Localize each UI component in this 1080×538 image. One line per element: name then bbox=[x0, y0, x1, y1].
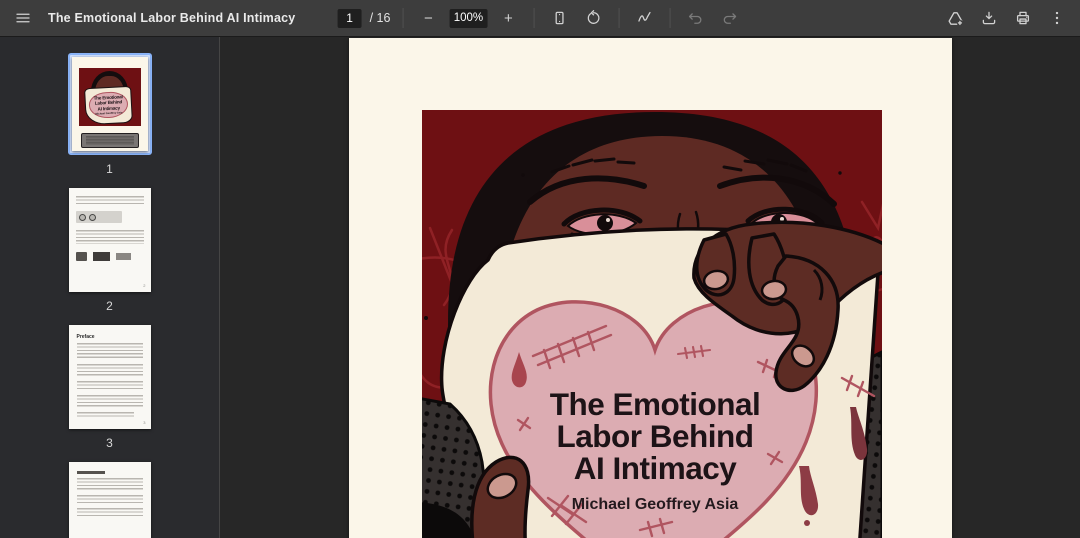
cc-icon bbox=[79, 214, 86, 221]
page-corner-number: 2 bbox=[143, 283, 145, 288]
pdf-viewer: The Emotional Labor Behind AI Intimacy /… bbox=[0, 0, 1080, 538]
divider bbox=[402, 8, 403, 28]
zoom-out-button[interactable]: − bbox=[415, 5, 441, 31]
thumbnail-sidebar: The Emotional Labor Behind AI Intimacy M… bbox=[0, 36, 220, 538]
text-lines bbox=[77, 381, 143, 391]
mini-laptop bbox=[81, 133, 139, 148]
print-button[interactable] bbox=[1010, 5, 1036, 31]
divider bbox=[533, 8, 534, 28]
text-lines bbox=[76, 230, 144, 244]
rotate-button[interactable] bbox=[580, 5, 606, 31]
cover-title-line2: Labor Behind bbox=[556, 418, 753, 454]
more-options-button[interactable] bbox=[1044, 5, 1070, 31]
toolbar-left: The Emotional Labor Behind AI Intimacy bbox=[10, 5, 295, 31]
menu-icon bbox=[14, 9, 32, 27]
thumbnail-selection-frame: The Emotional Labor Behind AI Intimacy M… bbox=[68, 53, 152, 155]
download-icon bbox=[980, 9, 998, 27]
logo bbox=[116, 253, 131, 260]
mini-heart: The Emotional Labor Behind AI Intimacy M… bbox=[88, 91, 129, 120]
thumbnail-2-preview: 2 bbox=[69, 188, 151, 292]
divider bbox=[669, 8, 670, 28]
text-lines bbox=[77, 343, 143, 360]
download-button[interactable] bbox=[976, 5, 1002, 31]
toolbar-center: / 16 − 100% + bbox=[338, 0, 743, 36]
kebab-menu-icon bbox=[1048, 9, 1066, 27]
thumbnail-page-3[interactable]: Preface 3 3 bbox=[69, 325, 151, 450]
zoom-in-button[interactable]: + bbox=[495, 5, 521, 31]
mini-keyboard bbox=[86, 136, 134, 145]
text-lines bbox=[77, 364, 143, 377]
publisher-logos bbox=[76, 252, 144, 261]
text-lines bbox=[76, 196, 144, 206]
fit-to-page-button[interactable] bbox=[546, 5, 572, 31]
text-lines bbox=[77, 495, 143, 503]
text-lines bbox=[77, 412, 134, 419]
thumbnail-4-preview bbox=[69, 462, 151, 538]
logo bbox=[76, 252, 87, 261]
thumbnail-page-2[interactable]: 2 2 bbox=[69, 188, 151, 313]
mini-paper: The Emotional Labor Behind AI Intimacy M… bbox=[84, 86, 133, 126]
cover-title-line1: The Emotional bbox=[549, 386, 760, 422]
redo-icon bbox=[720, 9, 738, 27]
toolbar-right bbox=[942, 5, 1070, 31]
zoom-level[interactable]: 100% bbox=[449, 9, 487, 28]
logo bbox=[93, 252, 110, 261]
document-title: The Emotional Labor Behind AI Intimacy bbox=[48, 11, 295, 25]
thumbnail-label: 3 bbox=[106, 436, 113, 450]
fit-to-page-icon bbox=[550, 9, 568, 27]
mini-author: Michael Geoffrey Asia bbox=[96, 111, 123, 115]
thumbnail-page-4[interactable] bbox=[69, 462, 151, 538]
thumbnail-page-1[interactable]: The Emotional Labor Behind AI Intimacy M… bbox=[68, 53, 152, 176]
mini-heading-bar bbox=[77, 471, 105, 474]
page-corner-number: 3 bbox=[143, 420, 145, 425]
preface-heading: Preface bbox=[77, 334, 143, 340]
cover-author: Michael Geoffrey Asia bbox=[571, 496, 738, 513]
cc-icon bbox=[89, 214, 96, 221]
mini-cover-illustration: The Emotional Labor Behind AI Intimacy M… bbox=[79, 68, 141, 126]
add-to-drive-button[interactable] bbox=[942, 5, 968, 31]
viewer-body: The Emotional Labor Behind AI Intimacy M… bbox=[0, 36, 1080, 538]
toolbar: The Emotional Labor Behind AI Intimacy /… bbox=[0, 0, 1080, 36]
rotate-icon bbox=[584, 9, 602, 27]
license-badge bbox=[76, 211, 122, 223]
undo-icon bbox=[686, 9, 704, 27]
cover-illustration: The Emotional Labor Behind AI Intimacy M… bbox=[422, 110, 882, 538]
page-number-input[interactable] bbox=[338, 9, 362, 28]
text-lines bbox=[77, 478, 143, 490]
annotate-pen-icon bbox=[635, 9, 653, 27]
text-lines bbox=[77, 395, 143, 408]
pdf-page-1: The Emotional Labor Behind AI Intimacy M… bbox=[349, 38, 952, 538]
annotate-button[interactable] bbox=[631, 5, 657, 31]
document-view[interactable]: The Emotional Labor Behind AI Intimacy M… bbox=[220, 36, 1080, 538]
print-icon bbox=[1014, 9, 1032, 27]
divider bbox=[618, 8, 619, 28]
thumbnail-label: 1 bbox=[106, 162, 113, 176]
thumbnail-1-preview: The Emotional Labor Behind AI Intimacy M… bbox=[72, 57, 148, 151]
thumbnail-label: 2 bbox=[106, 299, 113, 313]
page-total: / 16 bbox=[370, 11, 391, 25]
undo-button[interactable] bbox=[682, 5, 708, 31]
thumbnail-3-preview: Preface 3 bbox=[69, 325, 151, 429]
add-to-drive-icon bbox=[946, 9, 965, 28]
menu-button[interactable] bbox=[10, 5, 36, 31]
cover-title-line3: AI Intimacy bbox=[573, 450, 737, 486]
redo-button[interactable] bbox=[716, 5, 742, 31]
text-lines bbox=[77, 508, 143, 518]
